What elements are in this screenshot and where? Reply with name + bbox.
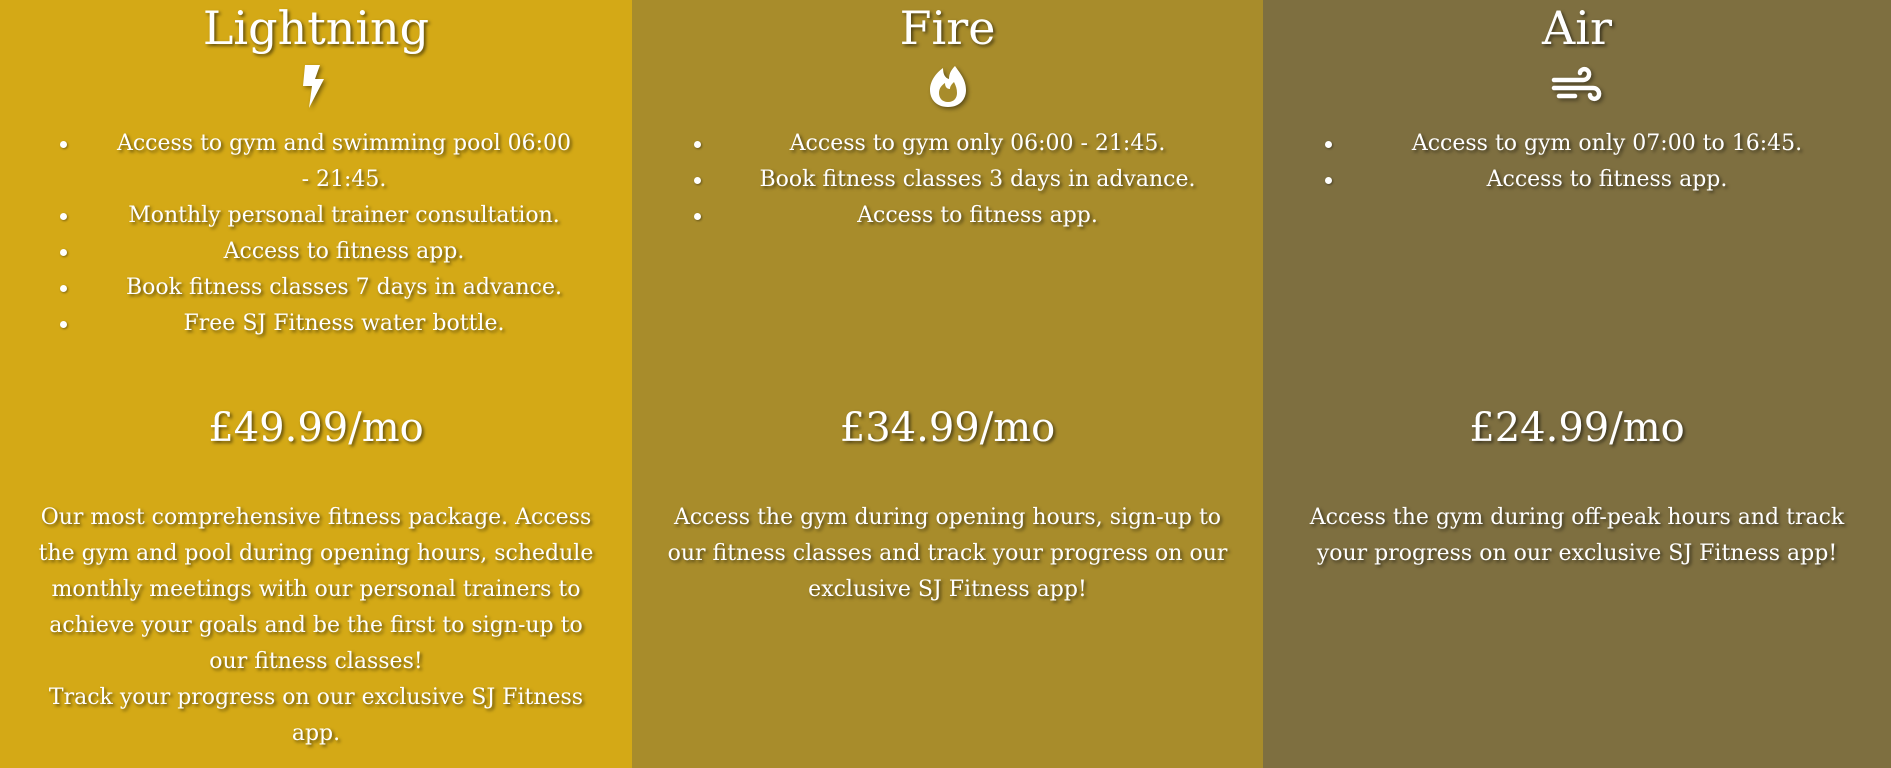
plan-card-lightning: Lightning Access to gym and swimming poo… <box>0 0 632 768</box>
plan-card-air: Air Access to gym only 07:00 to 16:45. A… <box>1263 0 1891 768</box>
description-paragraph: Access the gym during opening hours, sig… <box>667 505 1228 602</box>
plan-title: Air <box>1542 1 1612 55</box>
feature-item: Access to gym only 07:00 to 16:45. <box>1263 126 1835 162</box>
plan-price: £49.99/mo <box>208 405 424 451</box>
feature-item: Access to gym only 06:00 - 21:45. <box>632 126 1207 162</box>
feature-item: Monthly personal trainer consultation. <box>0 198 576 234</box>
feature-list: Access to gym and swimming pool 06:00 - … <box>0 126 632 342</box>
lightning-bolt-icon <box>290 60 342 112</box>
feature-item: Book fitness classes 3 days in advance. <box>632 162 1207 198</box>
plan-price: £34.99/mo <box>839 405 1056 451</box>
description-paragraph: Our most comprehensive fitness package. … <box>38 505 594 674</box>
plan-description: Access the gym during off-peak hours and… <box>1297 500 1857 572</box>
plan-description: Our most comprehensive fitness package. … <box>34 500 598 752</box>
feature-item: Access to fitness app. <box>632 198 1207 234</box>
feature-list: Access to gym only 06:00 - 21:45. Book f… <box>632 126 1263 234</box>
plan-price: £24.99/mo <box>1469 405 1685 451</box>
description-paragraph: Access the gym during off-peak hours and… <box>1309 505 1845 566</box>
feature-item: Book fitness classes 7 days in advance. <box>0 270 576 306</box>
membership-plans: Lightning Access to gym and swimming poo… <box>0 0 1891 768</box>
description-paragraph: Track your progress on our exclusive SJ … <box>48 685 584 746</box>
plan-description: Access the gym during opening hours, sig… <box>666 500 1229 608</box>
feature-item: Access to gym and swimming pool 06:00 - … <box>0 126 576 198</box>
feature-item: Access to fitness app. <box>0 234 576 270</box>
feature-item: Access to fitness app. <box>1263 162 1835 198</box>
fire-icon <box>922 60 974 112</box>
plan-title: Fire <box>899 1 996 55</box>
plan-title: Lightning <box>202 1 430 55</box>
feature-item: Free SJ Fitness water bottle. <box>0 306 576 342</box>
plan-card-fire: Fire Access to gym only 06:00 - 21:45. B… <box>632 0 1263 768</box>
feature-list: Access to gym only 07:00 to 16:45. Acces… <box>1263 126 1891 198</box>
wind-icon <box>1551 60 1603 112</box>
